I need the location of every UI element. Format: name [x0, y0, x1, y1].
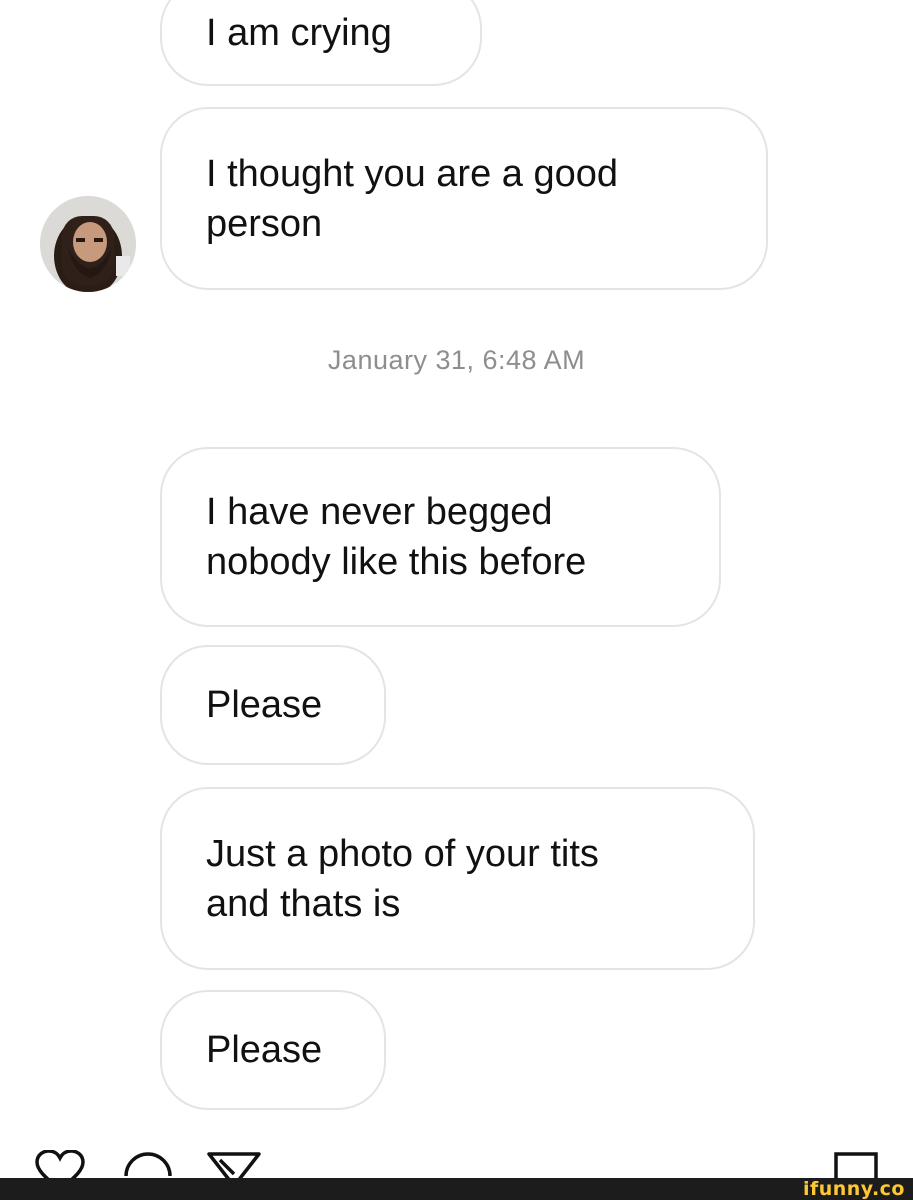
message-text: Please [206, 1029, 323, 1071]
message-text-line: person [206, 202, 323, 245]
watermark-strip [0, 1178, 913, 1200]
sender-avatar[interactable] [40, 196, 136, 292]
message-text-line: nobody like this before [206, 541, 587, 583]
message-text-line: I thought you are a good [206, 152, 618, 195]
message-timestamp: January 31, 6:48 AM [327, 345, 586, 375]
message-bubble: I have never begged nobody like this bef… [160, 447, 721, 627]
message-text-line: Just a photo of your tits [206, 832, 599, 875]
message-bubble: Just a photo of your tits and thats is [160, 787, 755, 970]
message-text-line: and thats is [206, 882, 401, 925]
message-bubble: Please [160, 990, 386, 1110]
message-text-line: I have never begged [206, 491, 553, 533]
message-bubble: Please [160, 645, 386, 765]
ifunny-watermark: ifunny.co [802, 1178, 905, 1200]
message-text: Please [206, 684, 323, 726]
message-text: I am crying [206, 12, 392, 54]
message-bubble: I thought you are a good person [160, 107, 768, 290]
message-bubble: I am crying [160, 0, 482, 86]
avatar-image [40, 196, 136, 292]
